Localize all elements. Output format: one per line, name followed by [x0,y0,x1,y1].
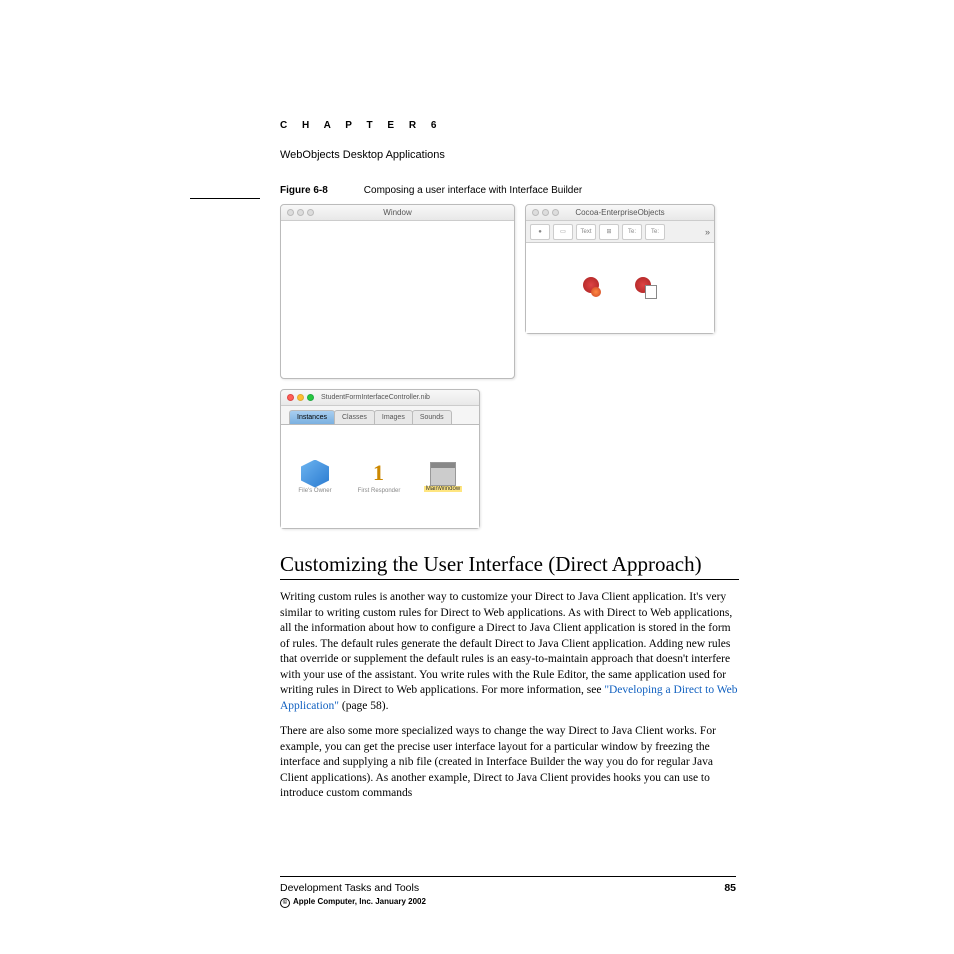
window-icon [430,462,456,486]
palette-more: » [705,227,710,237]
palette-button: ⊞ [599,224,619,240]
nib-files-owner: File's Owner [293,460,337,494]
figure-label: Figure 6-8 [280,185,328,196]
body-paragraph-2: There are also some more specialized way… [280,724,739,802]
ib-palette-window: Cocoa-EnterpriseObjects ● ▭ Text ⊞ Te: T… [525,204,715,334]
page-number: 85 [724,882,736,894]
ib-design-window: Window [280,204,515,379]
palette-button: ▭ [553,224,573,240]
cube-icon [301,460,329,488]
nib-title: StudentFormInterfaceController.nib [321,394,479,401]
window-title: Window [281,208,514,217]
figure-caption: Composing a user interface with Interfac… [364,185,582,196]
tab-images: Images [374,410,413,424]
palette-button: Te: [622,224,642,240]
responder-icon [367,460,391,488]
figure-caption-row: Figure 6-8 Composing a user interface wi… [190,185,739,196]
page-footer: Development Tasks and Tools 85 [280,876,736,894]
figure-image: Window Cocoa-EnterpriseObjects ● ▭ Text … [280,204,720,534]
palette-title: Cocoa-EnterpriseObjects [526,208,714,217]
traffic-lights [287,394,314,401]
section-heading: Customizing the User Interface (Direct A… [280,552,739,580]
palette-button: Te: [645,224,665,240]
nib-tabs: Instances Classes Images Sounds [281,406,479,424]
palette-toolbar: ● ▭ Text ⊞ Te: Te: » [526,221,714,243]
tab-classes: Classes [334,410,375,424]
copyright: Apple Computer, Inc. January 2002 [280,897,426,908]
palette-button: Text [576,224,596,240]
eo-icon [583,277,605,299]
chapter-title: WebObjects Desktop Applications [280,149,739,161]
tab-sounds: Sounds [412,410,452,424]
body-paragraph-1: Writing custom rules is another way to c… [280,590,739,714]
nib-main-window: MainWindow [421,462,465,492]
palette-button: ● [530,224,550,240]
chapter-label: C H A P T E R 6 [280,120,739,131]
nib-first-responder: First Responder [357,460,401,494]
footer-section: Development Tasks and Tools [280,882,419,894]
tab-instances: Instances [289,410,335,424]
ib-nib-window: StudentFormInterfaceController.nib Insta… [280,389,480,529]
eo-doc-icon [635,277,657,299]
